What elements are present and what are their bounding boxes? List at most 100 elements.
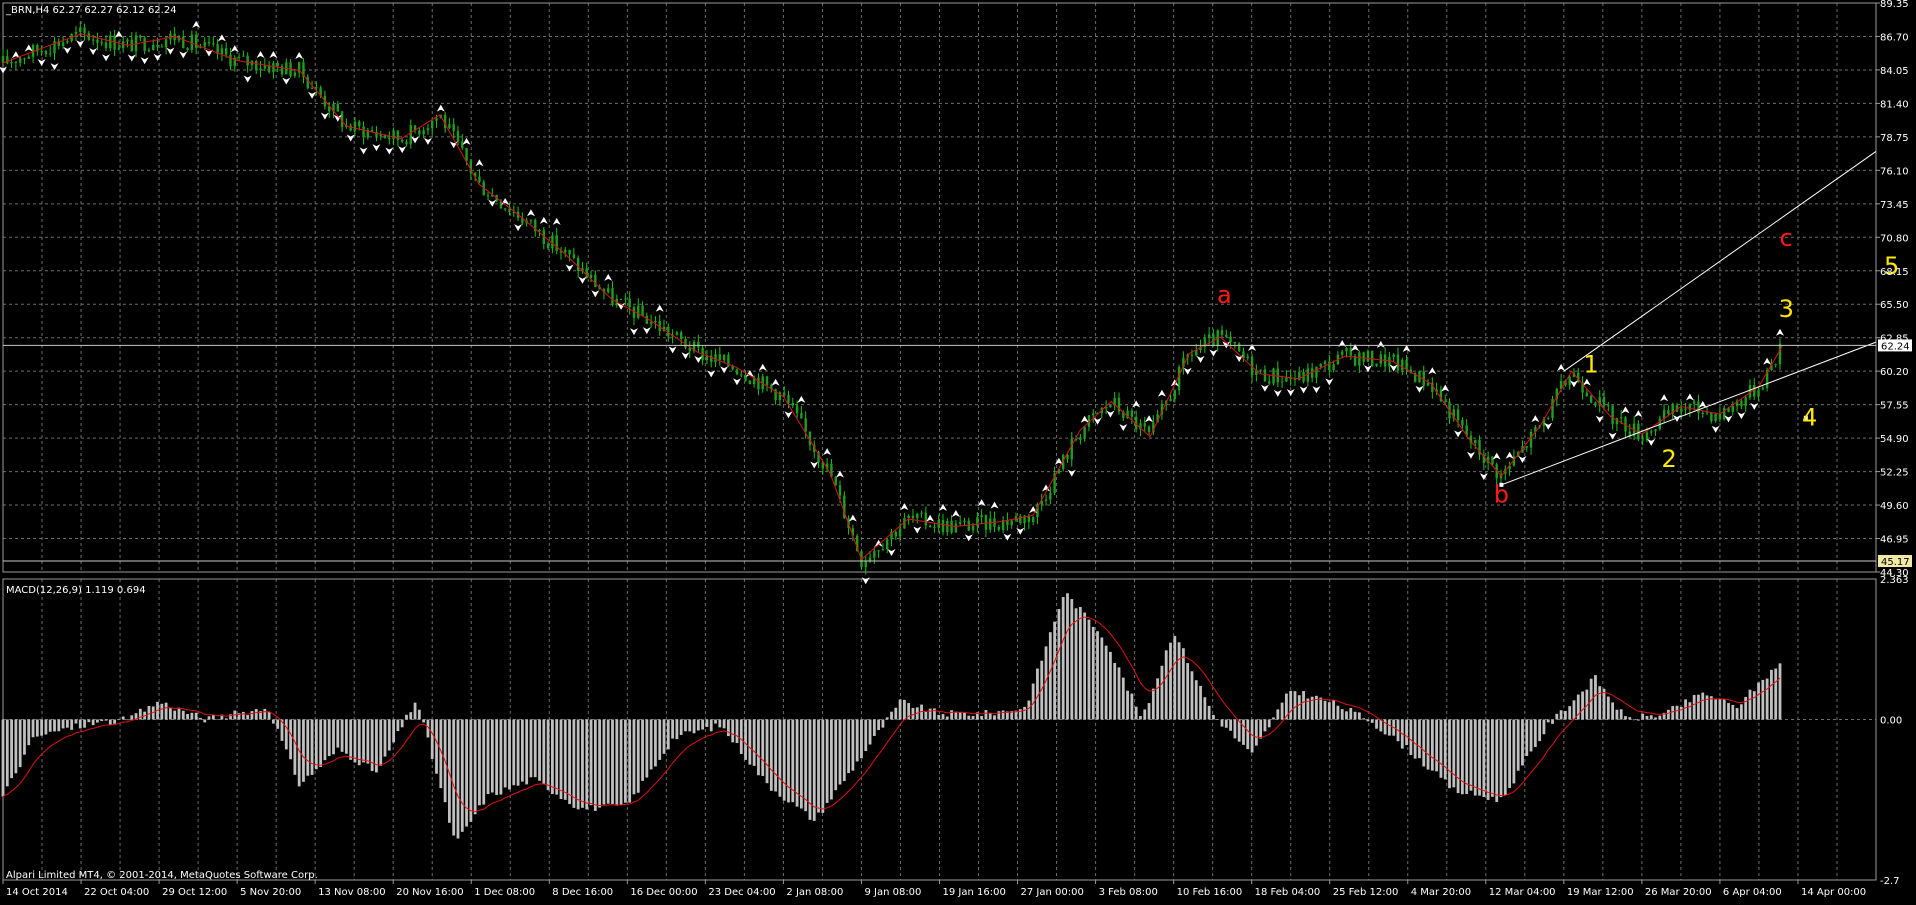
macd-bar	[1422, 719, 1426, 767]
macd-bar	[1332, 700, 1336, 720]
candle-body	[1079, 437, 1082, 440]
macd-bar	[1735, 708, 1739, 720]
macd-bar	[246, 715, 250, 720]
chart-canvas[interactable]: abc12345 89.3586.7084.0581.4078.7576.107…	[0, 0, 1916, 901]
candle-body	[1692, 401, 1696, 404]
candle-body	[1529, 431, 1533, 448]
candle-body	[1401, 359, 1404, 371]
candle-body	[546, 243, 550, 249]
time-axis-label: 9 Jan 08:00	[864, 887, 921, 898]
time-axis-label: 14 Apr 00:00	[1801, 887, 1866, 898]
macd-bar	[1731, 704, 1735, 720]
candle-body	[388, 138, 391, 140]
macd-bar	[705, 719, 709, 727]
price-axis-label: 84.05	[1880, 66, 1909, 77]
candle-body	[1547, 418, 1550, 420]
macd-bar	[1435, 719, 1439, 772]
candle-body	[100, 42, 103, 44]
candle-body	[74, 31, 78, 34]
macd-bar	[1774, 668, 1778, 720]
macd-bar	[718, 719, 722, 728]
macd-bar	[413, 702, 417, 720]
macd-bar	[1606, 696, 1610, 720]
macd-bar	[392, 719, 395, 743]
time-axis-label: 5 Nov 20:00	[240, 887, 301, 898]
macd-bar	[851, 719, 855, 771]
macd-bar	[971, 715, 975, 720]
macd-bar	[1439, 719, 1443, 778]
candle-body	[1340, 351, 1344, 355]
trading-chart[interactable]: abc12345 89.35 86.70 84.05 81.40 78.75 76.10 7…	[0, 0, 1916, 901]
price-axis-label: 81.40	[1880, 99, 1909, 110]
macd-bar	[1229, 719, 1232, 731]
macd-bar	[533, 719, 537, 778]
candle-body	[1263, 369, 1267, 382]
candle-body	[1594, 402, 1597, 406]
macd-bar	[254, 709, 258, 720]
macd-bar	[10, 719, 13, 779]
macd-bar	[1280, 702, 1284, 720]
macd-bar	[714, 719, 717, 724]
macd-bar	[1714, 699, 1718, 720]
macd-bar	[1658, 715, 1662, 720]
macd-bar	[623, 719, 627, 803]
macd-bar	[508, 719, 511, 790]
candle-body	[139, 35, 142, 38]
macd-bar	[435, 719, 438, 774]
macd-bar	[890, 711, 893, 720]
macd-bar	[1224, 719, 1228, 728]
macd-bar	[1027, 700, 1031, 720]
macd-bar	[950, 710, 953, 720]
macd-bar	[1353, 711, 1357, 720]
price-axis-label: 54.90	[1880, 434, 1909, 445]
price-axis-label: 73.45	[1880, 200, 1909, 211]
macd-bar	[1173, 635, 1177, 720]
candle-body	[1083, 426, 1086, 438]
macd-bar	[340, 719, 344, 752]
time-axis-label: 25 Feb 12:00	[1333, 887, 1399, 898]
candle-body	[1177, 367, 1181, 391]
wave-label-2: 2	[1662, 445, 1677, 473]
macd-bar	[1722, 699, 1726, 720]
macd-bar	[216, 719, 220, 720]
macd-bar	[27, 719, 31, 746]
price-axis-label: 76.10	[1880, 166, 1909, 177]
macd-bar	[1409, 719, 1413, 755]
candle-body	[1607, 405, 1610, 407]
macd-bar	[649, 719, 653, 770]
candle-body	[1259, 369, 1262, 371]
candle-body	[1645, 432, 1649, 441]
macd-bar	[1636, 719, 1640, 721]
macd-bar	[1555, 713, 1559, 720]
macd-bar	[1667, 709, 1670, 720]
macd-bar	[1770, 669, 1773, 720]
candle-body	[220, 48, 224, 54]
candle-body	[971, 525, 975, 531]
macd-bar	[1177, 642, 1181, 720]
macd-bar	[765, 719, 769, 784]
macd-bar	[5, 719, 9, 787]
macd-bar	[1061, 597, 1065, 720]
macd-bar	[654, 719, 657, 767]
macd-bar	[877, 719, 881, 730]
candle-body	[911, 515, 915, 519]
macd-bar	[465, 719, 468, 827]
macd-bar	[842, 719, 846, 782]
macd-bar	[1598, 686, 1602, 720]
candle-body	[44, 51, 48, 55]
macd-bar	[1388, 719, 1391, 736]
candle-body	[675, 332, 679, 335]
macd-bar	[993, 715, 996, 720]
candle-body	[1740, 400, 1743, 407]
candle-body	[1654, 429, 1657, 432]
candle-body	[400, 139, 404, 142]
candle-body	[1246, 356, 1249, 359]
macd-bar	[344, 719, 348, 754]
macd-bar	[551, 719, 554, 795]
macd-bar	[1078, 607, 1082, 720]
candle-body	[594, 274, 597, 287]
macd-bar	[1066, 593, 1069, 720]
wave-label-3: 3	[1779, 295, 1794, 323]
candle-body	[722, 354, 726, 361]
candle-body	[800, 413, 803, 419]
